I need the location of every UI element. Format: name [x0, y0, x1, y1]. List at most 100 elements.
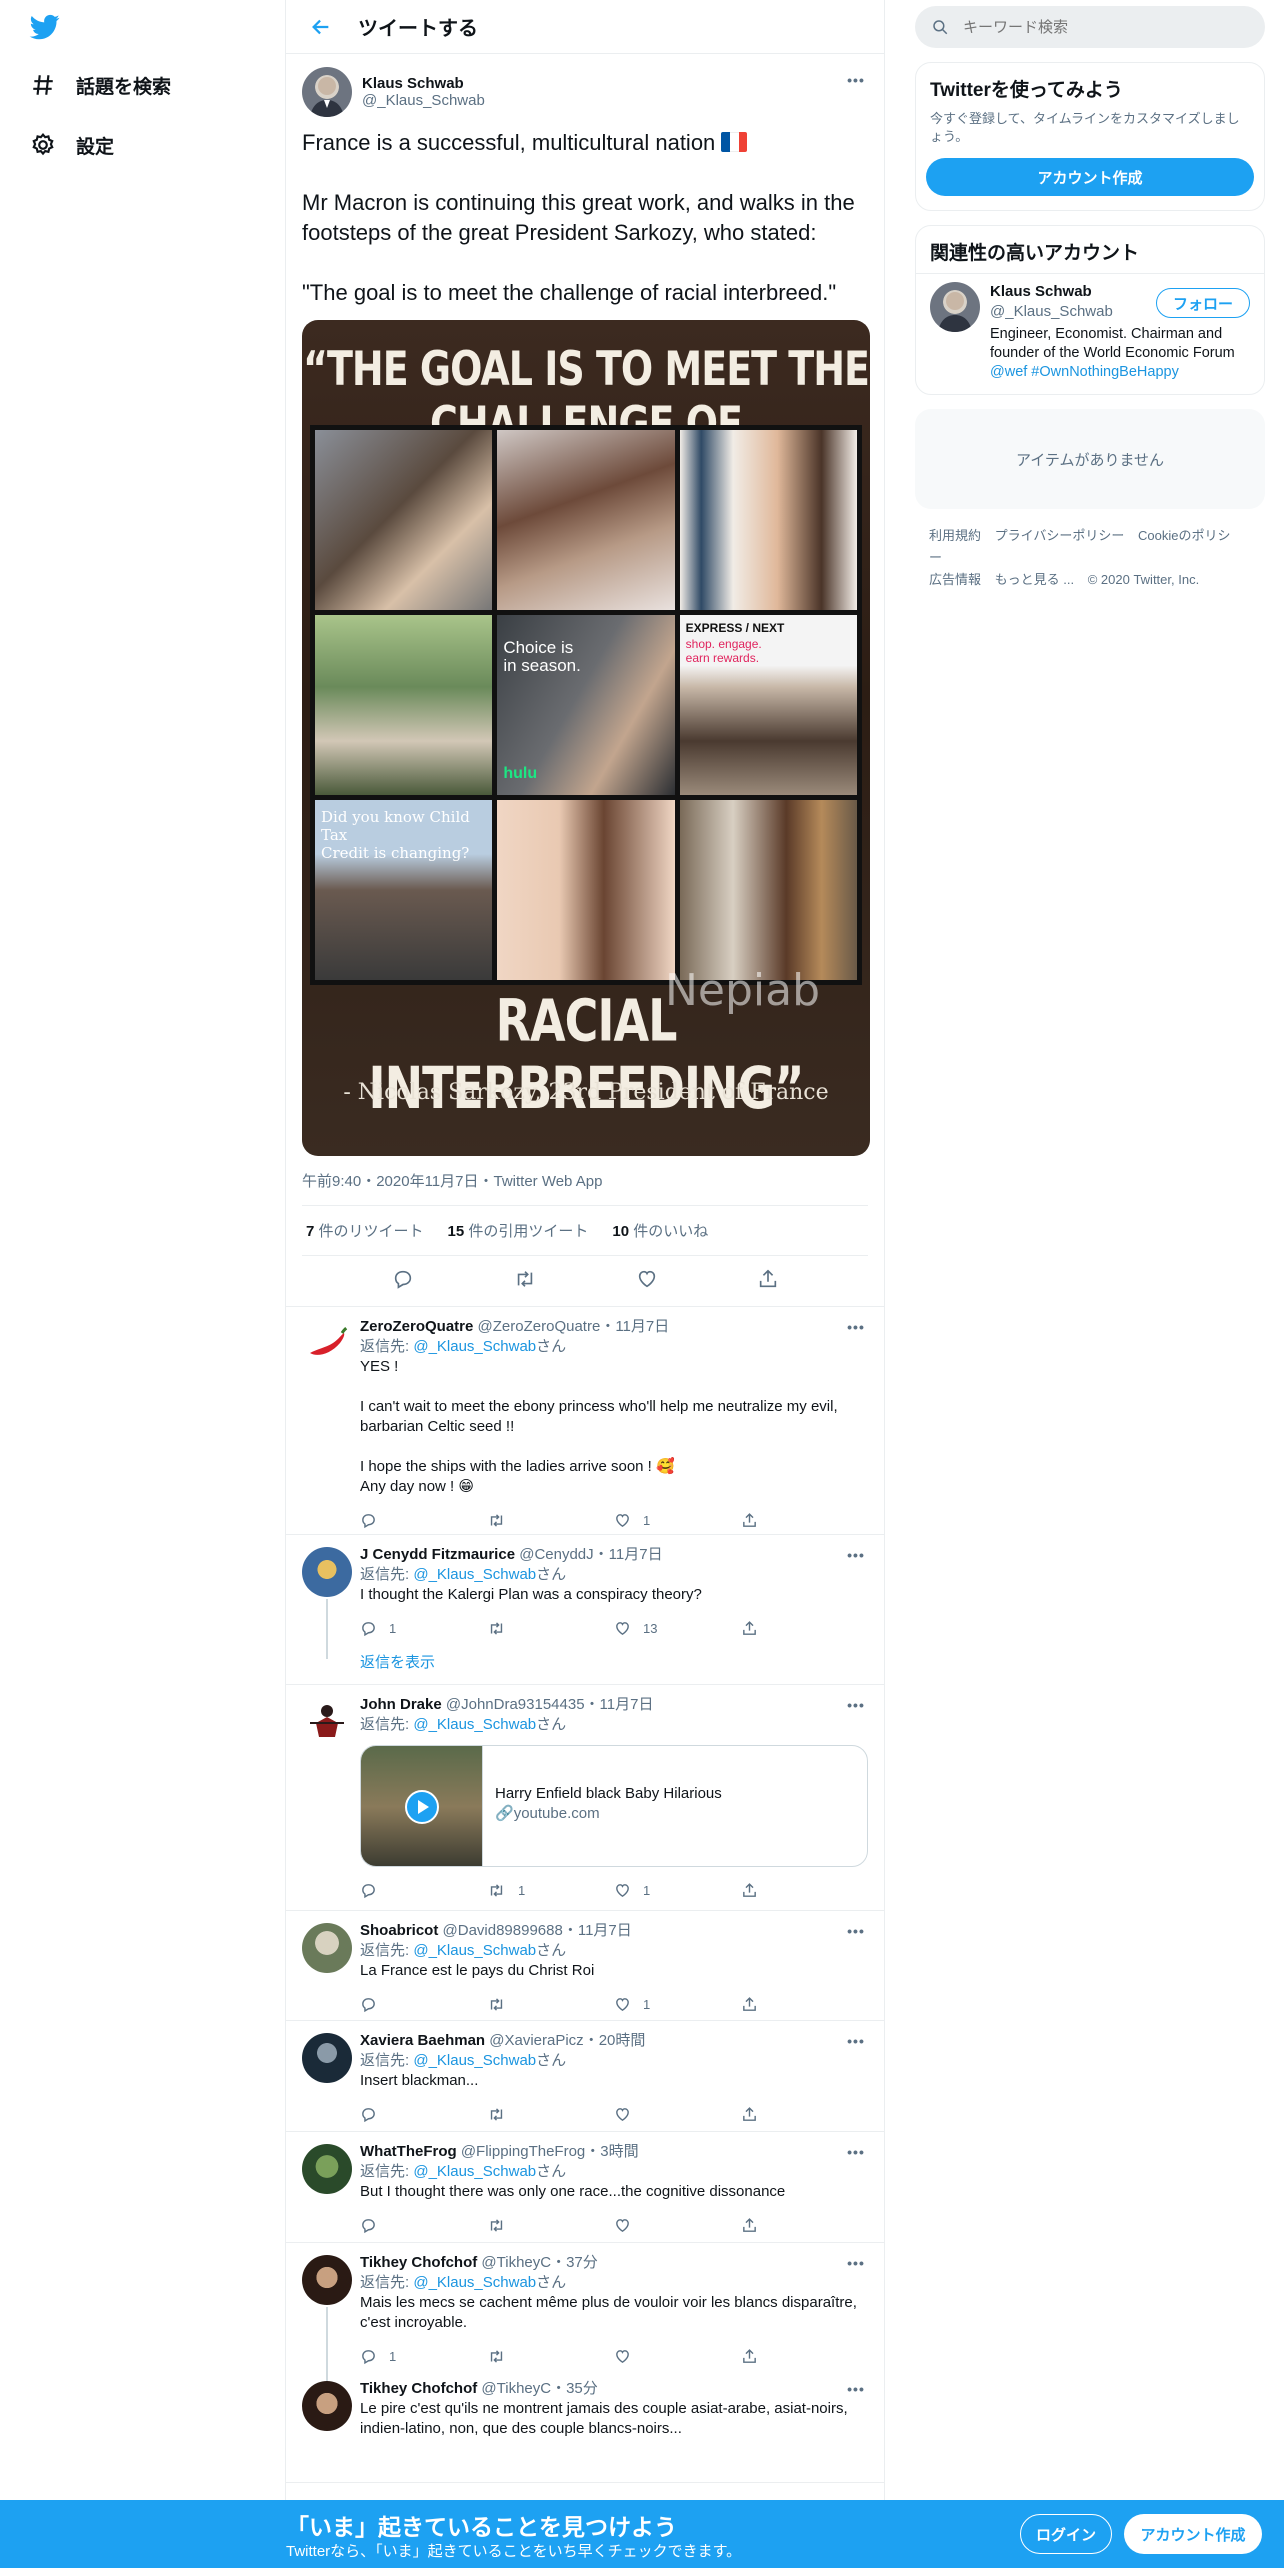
share-button[interactable]: [741, 1620, 868, 1637]
retweet-button[interactable]: [487, 1512, 614, 1529]
avatar[interactable]: [302, 2144, 352, 2194]
share-button[interactable]: [741, 1996, 868, 2013]
like-button[interactable]: 1: [614, 1882, 741, 1899]
reply-author-handle[interactable]: @JohnDra93154435: [446, 1696, 585, 1713]
follow-button[interactable]: フォロー: [1155, 288, 1250, 318]
tweet-image[interactable]: “THE GOAL IS TO MEET THE CHALLENGE OF Ch…: [302, 320, 870, 1156]
avatar[interactable]: [302, 1547, 352, 1597]
reply-author-handle[interactable]: @TikheyC: [481, 2380, 551, 2397]
reply-tweet[interactable]: WhatTheFrog @FlippingTheFrog・3時間 返信先: @_…: [286, 2132, 884, 2243]
avatar[interactable]: [302, 1697, 352, 1747]
reply-time[interactable]: ・11月7日: [563, 1922, 632, 1939]
more-options-icon[interactable]: •••: [844, 1317, 868, 1337]
more-options-icon[interactable]: •••: [844, 2031, 868, 2051]
account-bio-links[interactable]: @wef #OwnNothingBeHappy: [990, 364, 1179, 380]
login-button[interactable]: ログイン: [1020, 2514, 1112, 2554]
share-button[interactable]: [741, 2348, 868, 2365]
reply-time[interactable]: ・11月7日: [585, 1696, 654, 1713]
reply-button[interactable]: [360, 2217, 487, 2234]
reply-button[interactable]: [360, 1512, 487, 1529]
avatar[interactable]: [302, 2033, 352, 2083]
share-button[interactable]: [741, 2106, 868, 2123]
like-button[interactable]: 1: [614, 1512, 741, 1529]
footer-privacy-link[interactable]: プライバシーポリシー: [995, 528, 1125, 543]
reply-time[interactable]: ・35分: [551, 2380, 598, 2397]
quote-stat[interactable]: 15 件の引用ツイート: [448, 1220, 589, 1241]
reply-time[interactable]: ・11月7日: [600, 1318, 669, 1335]
retweet-icon[interactable]: [513, 1268, 537, 1295]
share-button[interactable]: [741, 1512, 868, 1529]
avatar[interactable]: [302, 2381, 352, 2431]
reply-time[interactable]: ・37分: [551, 2254, 598, 2271]
search-input[interactable]: [963, 18, 1213, 36]
replying-to-link[interactable]: @_Klaus_Schwab: [413, 1338, 536, 1355]
reply-tweet[interactable]: John Drake @JohnDra93154435・11月7日 返信先: @…: [286, 1685, 884, 1911]
author-handle[interactable]: @_Klaus_Schwab: [362, 92, 485, 109]
tweet-timestamp[interactable]: 午前9:40・2020年11月7日・Twitter Web App: [302, 1170, 868, 1206]
nav-explore[interactable]: 話題を検索: [28, 65, 171, 105]
reply-time[interactable]: ・3時間: [585, 2143, 638, 2160]
reply-author-name[interactable]: J Cenydd Fitzmaurice: [360, 1546, 515, 1563]
reply-tweet[interactable]: Tikhey Chofchof @TikheyC・37分 返信先: @_Klau…: [286, 2243, 884, 2387]
avatar[interactable]: [302, 1923, 352, 1973]
reply-author-handle[interactable]: @David89899688: [443, 1922, 563, 1939]
nav-settings[interactable]: 設定: [28, 125, 114, 165]
signup-button[interactable]: アカウント作成: [1124, 2514, 1262, 2554]
replying-to-link[interactable]: @_Klaus_Schwab: [413, 2052, 536, 2069]
replying-to-link[interactable]: @_Klaus_Schwab: [413, 1566, 536, 1583]
share-button[interactable]: [741, 2217, 868, 2234]
reply-author-name[interactable]: WhatTheFrog: [360, 2143, 457, 2160]
avatar[interactable]: [302, 2255, 352, 2305]
reply-button[interactable]: 1: [360, 2348, 487, 2365]
retweet-button[interactable]: [487, 1996, 614, 2013]
reply-time[interactable]: ・20時間: [584, 2032, 646, 2049]
reply-tweet[interactable]: Shoabricot @David89899688・11月7日 返信先: @_K…: [286, 1911, 884, 2021]
like-button[interactable]: 1: [614, 1996, 741, 2013]
reply-time[interactable]: ・11月7日: [594, 1546, 663, 1563]
avatar[interactable]: [930, 282, 980, 332]
retweet-stat[interactable]: 7 件のリツイート: [306, 1220, 424, 1241]
author-name[interactable]: Klaus Schwab: [362, 75, 485, 92]
footer-ads-link[interactable]: 広告情報: [929, 572, 981, 587]
more-options-icon[interactable]: •••: [844, 2253, 868, 2273]
like-button[interactable]: [614, 2106, 741, 2123]
more-options-icon[interactable]: •••: [844, 70, 868, 90]
reply-author-handle[interactable]: @CenyddJ: [519, 1546, 593, 1563]
search-bar[interactable]: [915, 6, 1265, 48]
replying-to-link[interactable]: @_Klaus_Schwab: [413, 1942, 536, 1959]
retweet-button[interactable]: [487, 1620, 614, 1637]
like-stat[interactable]: 10 件のいいね: [612, 1220, 708, 1241]
reply-icon[interactable]: [392, 1268, 414, 1295]
reply-button[interactable]: [360, 1882, 487, 1899]
account-row[interactable]: Klaus Schwab @_Klaus_Schwab Engineer, Ec…: [916, 273, 1264, 394]
share-button[interactable]: [741, 1882, 868, 1899]
replying-to-link[interactable]: @_Klaus_Schwab: [413, 2163, 536, 2180]
more-options-icon[interactable]: •••: [844, 1695, 868, 1715]
show-replies-link[interactable]: 返信を表示: [360, 1645, 868, 1680]
retweet-button[interactable]: 1: [487, 1882, 614, 1899]
footer-terms-link[interactable]: 利用規約: [929, 528, 981, 543]
reply-author-handle[interactable]: @FlippingTheFrog: [461, 2143, 585, 2160]
reply-author-name[interactable]: ZeroZeroQuatre: [360, 1318, 473, 1335]
retweet-button[interactable]: [487, 2106, 614, 2123]
reply-button[interactable]: 1: [360, 1620, 487, 1637]
reply-button[interactable]: [360, 1996, 487, 2013]
like-icon[interactable]: [636, 1268, 658, 1295]
more-options-icon[interactable]: •••: [844, 1545, 868, 1565]
reply-tweet[interactable]: Xaviera Baehman @XavieraPicz・20時間 返信先: @…: [286, 2021, 884, 2132]
reply-author-handle[interactable]: @TikheyC: [481, 2254, 551, 2271]
twitter-logo-icon[interactable]: [28, 12, 62, 42]
reply-author-handle[interactable]: @XavieraPicz: [489, 2032, 583, 2049]
video-thumbnail[interactable]: [361, 1746, 483, 1866]
avatar[interactable]: [302, 67, 352, 117]
reply-author-name[interactable]: Shoabricot: [360, 1922, 438, 1939]
footer-more-link[interactable]: もっと見る ...: [995, 572, 1074, 587]
reply-author-handle[interactable]: @ZeroZeroQuatre: [478, 1318, 601, 1335]
like-button[interactable]: 13: [614, 1620, 741, 1637]
replying-to-link[interactable]: @_Klaus_Schwab: [413, 1716, 536, 1733]
retweet-button[interactable]: [487, 2348, 614, 2365]
retweet-button[interactable]: [487, 2217, 614, 2234]
reply-button[interactable]: [360, 2106, 487, 2123]
more-options-icon[interactable]: •••: [844, 2379, 868, 2399]
back-arrow-icon[interactable]: [306, 12, 336, 42]
